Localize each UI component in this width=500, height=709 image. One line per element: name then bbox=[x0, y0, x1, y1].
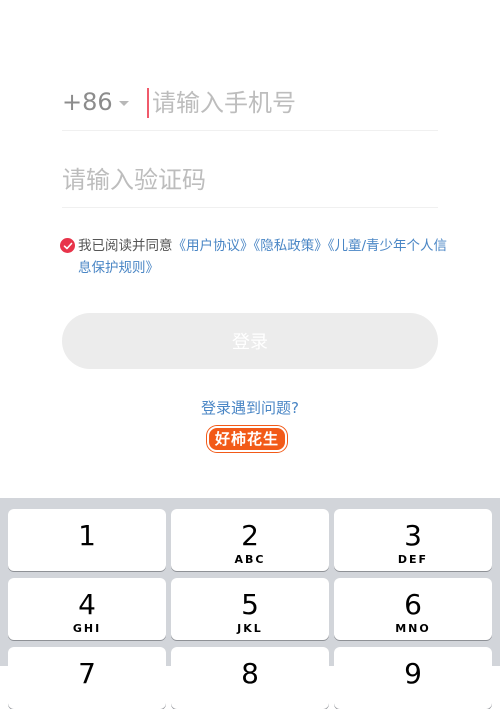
user-agreement-link[interactable]: 《用户协议》 bbox=[173, 238, 254, 254]
country-code-label: +86 bbox=[62, 88, 113, 116]
agreement-checkbox[interactable] bbox=[60, 238, 75, 253]
verification-code-input[interactable] bbox=[62, 161, 432, 199]
key-number: 2 bbox=[241, 519, 259, 552]
key-number: 7 bbox=[78, 657, 96, 690]
agreement-text: 我已阅读并同意《用户协议》《隐私政策》《儿童/青少年个人信息保护规则》 bbox=[62, 235, 448, 279]
key-letters: GHI bbox=[72, 622, 102, 635]
country-code-selector[interactable]: +86 bbox=[62, 88, 129, 116]
key-number: 6 bbox=[404, 588, 422, 621]
key-number: 4 bbox=[78, 588, 96, 621]
key-number: 1 bbox=[78, 519, 96, 552]
key-9[interactable]: 9 bbox=[334, 647, 492, 709]
key-number: 8 bbox=[241, 657, 259, 690]
code-row bbox=[62, 153, 438, 208]
key-letters: JKL bbox=[237, 622, 263, 635]
login-problem-link[interactable]: 登录遇到问题? bbox=[62, 397, 438, 418]
agreement-prefix: 我已阅读并同意 bbox=[78, 238, 173, 254]
key-6[interactable]: 6 MNO bbox=[334, 578, 492, 640]
key-number: 3 bbox=[404, 519, 422, 552]
key-number: 5 bbox=[241, 588, 259, 621]
privacy-policy-link[interactable]: 《隐私政策》 bbox=[254, 238, 328, 254]
watermark-logo: 好柿花生 bbox=[207, 426, 288, 452]
numeric-keypad: 1 2 ABC 3 DEF 4 GHI 5 JKL 6 MNO 7 8 9 bbox=[0, 498, 500, 709]
checkmark-icon bbox=[63, 242, 72, 249]
agreement: 我已阅读并同意《用户协议》《隐私政策》《儿童/青少年个人信息保护规则》 bbox=[60, 235, 448, 279]
key-letters: ABC bbox=[234, 553, 266, 566]
key-number: 9 bbox=[404, 657, 422, 690]
key-5[interactable]: 5 JKL bbox=[171, 578, 329, 640]
key-letters: DEF bbox=[397, 553, 429, 566]
key-4[interactable]: 4 GHI bbox=[8, 578, 166, 640]
key-letters: MNO bbox=[395, 622, 431, 635]
login-button[interactable]: 登录 bbox=[62, 313, 438, 369]
chevron-down-icon bbox=[118, 100, 129, 106]
key-3[interactable]: 3 DEF bbox=[334, 509, 492, 571]
key-1[interactable]: 1 bbox=[8, 509, 166, 571]
key-8[interactable]: 8 bbox=[171, 647, 329, 709]
phone-input[interactable] bbox=[148, 84, 432, 122]
key-2[interactable]: 2 ABC bbox=[171, 509, 329, 571]
key-7[interactable]: 7 bbox=[8, 647, 166, 709]
phone-row: +86 bbox=[62, 76, 438, 131]
